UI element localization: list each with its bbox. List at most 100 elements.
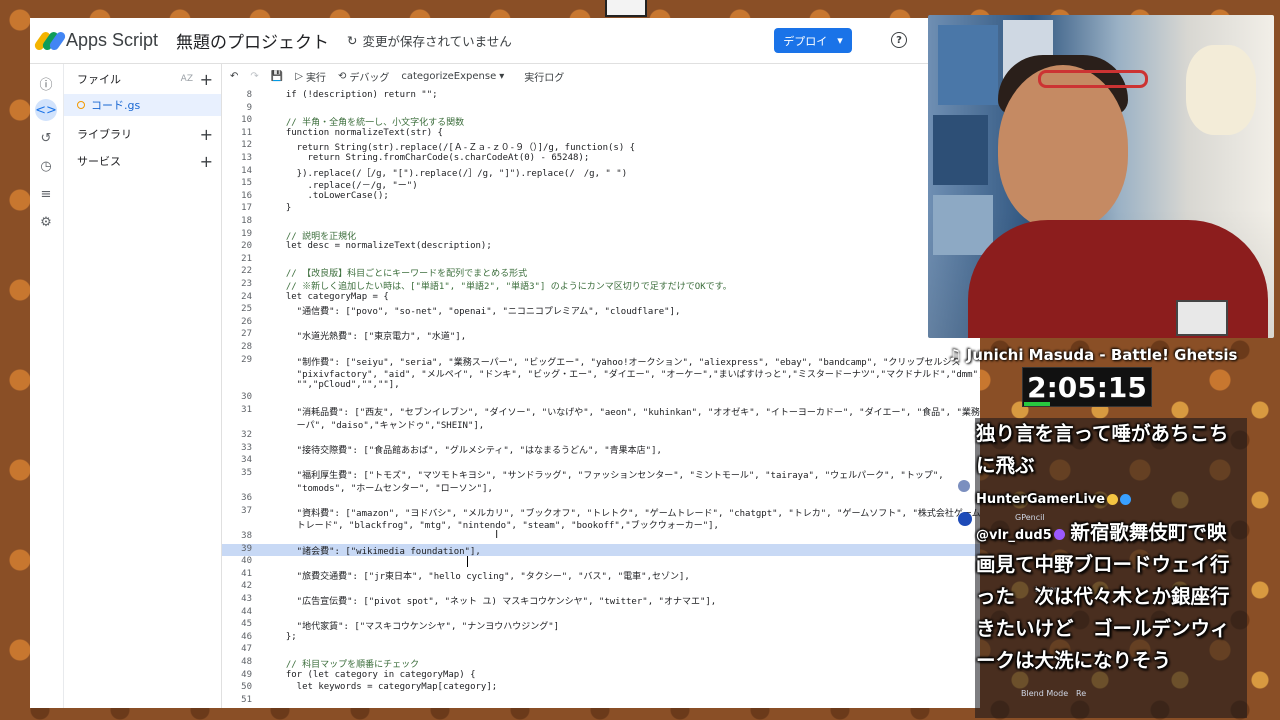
code-line[interactable]: 27 "水道光熱費": ["東京電力", "水道"], bbox=[222, 329, 980, 342]
code-line[interactable]: 51 bbox=[222, 695, 980, 708]
line-number: 44 bbox=[241, 606, 252, 617]
code-line[interactable]: 13 return String.fromCharCode(s.charCode… bbox=[222, 153, 980, 166]
code-line[interactable]: 36 bbox=[222, 493, 980, 506]
save-icon[interactable]: 💾 bbox=[271, 71, 283, 82]
line-number: 21 bbox=[241, 253, 252, 264]
code-line[interactable]: 25 "通信費": ["povo", "so-net", "openai", "… bbox=[222, 304, 980, 317]
code-line[interactable]: 39 "諸会費": ["wikimedia foundation"], bbox=[222, 543, 980, 557]
code-line[interactable]: 31 "消耗品費": ["西友", "セブンイレブン", "ダイソー", "いな… bbox=[222, 405, 980, 418]
code-line[interactable]: 40 bbox=[222, 556, 980, 569]
executions-icon[interactable]: ≡ bbox=[37, 185, 55, 203]
code-editor-icon[interactable]: <> bbox=[35, 99, 57, 121]
stream-timer: 2:05:15 bbox=[1022, 367, 1152, 407]
code-line[interactable]: 50 let keywords = categoryMap[category]; bbox=[222, 682, 980, 695]
code-line[interactable]: 10 // 半角・全角を統一し、小文字化する関数 bbox=[222, 115, 980, 128]
code-line[interactable]: "pixivfactory", "aid", "メルペイ", "ドンキ", "ビ… bbox=[222, 367, 980, 380]
code-line[interactable]: 33 "接待交際費": ["食品館あおば", "グルメシティ", "はなまるうど… bbox=[222, 443, 980, 456]
code-line[interactable]: 47 bbox=[222, 644, 980, 657]
code-line[interactable]: 29 "制作費": ["seiyu", "seria", "業務スーパー", "… bbox=[222, 355, 980, 368]
code-line[interactable]: 45 "地代家賃": ["マスキコウケンシヤ", "ナンヨウハウジング"] bbox=[222, 619, 980, 632]
code-line[interactable]: 37 "資料費": ["amazon", "ヨドバシ", "メルカリ", "ブッ… bbox=[222, 506, 980, 519]
code-line[interactable]: 16 .toLowerCase(); bbox=[222, 191, 980, 204]
settings-gear-icon[interactable]: ⚙ bbox=[37, 213, 55, 231]
line-number: 22 bbox=[241, 266, 252, 277]
code-line[interactable]: 20 let desc = normalizeText(description)… bbox=[222, 241, 980, 254]
line-number: 45 bbox=[241, 619, 252, 630]
code-line[interactable]: 15 .replace(/－/g, "ー") bbox=[222, 178, 980, 191]
sort-az-icon[interactable]: AZ bbox=[181, 74, 193, 84]
deploy-button[interactable]: デプロイ ▾ bbox=[774, 28, 852, 53]
code-line[interactable]: 49 for (let category in categoryMap) { bbox=[222, 670, 980, 683]
code-line[interactable]: 28 bbox=[222, 342, 980, 355]
redo-icon[interactable]: ↷ bbox=[250, 71, 258, 82]
code-text: let desc = normalizeText(description); bbox=[275, 241, 492, 252]
code-line[interactable]: ーパ", "daiso","キャンドゥ","SHEIN"], bbox=[222, 418, 980, 431]
code-line[interactable]: 34 bbox=[222, 455, 980, 468]
code-line[interactable]: トレード", "blackfrog", "mtg", "nintendo", "… bbox=[222, 518, 980, 531]
code-line[interactable]: 42 bbox=[222, 581, 980, 594]
help-icon[interactable]: ? bbox=[891, 32, 907, 48]
code-line[interactable]: 30 bbox=[222, 392, 980, 405]
code-text: "tomods", "ホームセンター", "ローソン"], bbox=[275, 483, 493, 494]
code-line[interactable]: 41 "旅費交通費": ["jr東日本", "hello cycling", "… bbox=[222, 569, 980, 582]
code-text: return String.fromCharCode(s.charCodeAt(… bbox=[275, 153, 590, 163]
line-number: 29 bbox=[241, 354, 252, 365]
debug-icon: ⟲ bbox=[337, 70, 347, 82]
code-line[interactable]: 8 if (!description) return ""; bbox=[222, 90, 980, 103]
code-line[interactable]: 26 bbox=[222, 317, 980, 330]
deploy-label: デプロイ bbox=[783, 34, 828, 48]
code-line[interactable]: 18 bbox=[222, 216, 980, 229]
code-line[interactable]: 35 "福利厚生費": ["トモズ", "マツモトキヨシ", "サンドラッグ",… bbox=[222, 468, 980, 481]
execution-log-button[interactable]: 実行ログ bbox=[524, 69, 564, 84]
file-item[interactable]: コード.gs bbox=[64, 94, 221, 116]
triggers-icon[interactable]: ◷ bbox=[37, 157, 55, 175]
code-line[interactable]: 48 // 科目マップを順番にチェック bbox=[222, 657, 980, 670]
code-line[interactable]: "","pCloud","",""], bbox=[222, 380, 980, 393]
code-line[interactable]: 38 bbox=[222, 531, 980, 544]
history-icon[interactable]: ↺ bbox=[37, 129, 55, 147]
code-line[interactable]: 12 return String(str).replace(/[Ａ-Ｚａ-ｚ０-… bbox=[222, 140, 980, 153]
services-row: サービス + bbox=[64, 150, 221, 172]
code-text: // ※新しく追加したい時は、["単語1", "単語2", "単語3"] のよう… bbox=[275, 282, 732, 292]
code-line[interactable]: 44 bbox=[222, 607, 980, 620]
unsaved-status-label: 変更が保存されていません bbox=[362, 34, 512, 49]
line-number: 46 bbox=[241, 631, 252, 642]
code-text: "制作費": ["seiyu", "seria", "業務スーパー", "ビッグ… bbox=[275, 357, 961, 368]
badge-icon bbox=[1107, 494, 1119, 505]
code-line[interactable]: 46 }; bbox=[222, 632, 980, 645]
code-editor: ↶ ↷ 💾 ▷ 実行 ⟲ デバッグ categorizeExpense ▾ 実行… bbox=[222, 64, 980, 708]
glasses bbox=[1038, 70, 1148, 88]
code-text: let keywords = categoryMap[category]; bbox=[275, 682, 498, 693]
code-line[interactable]: 19 // 説明を正規化 bbox=[222, 229, 980, 242]
text-cursor bbox=[467, 556, 468, 567]
line-number: 14 bbox=[241, 165, 252, 176]
code-line[interactable]: 17 } bbox=[222, 203, 980, 216]
add-service-icon[interactable]: + bbox=[200, 152, 213, 171]
add-library-icon[interactable]: + bbox=[200, 125, 213, 144]
avatar bbox=[958, 480, 970, 492]
debug-button[interactable]: ⟲ デバッグ bbox=[338, 69, 389, 84]
faint-label: Re bbox=[1076, 689, 1087, 698]
code-line[interactable]: 14 }).replace(/［/g, "[").replace(/］/g, "… bbox=[222, 166, 980, 179]
code-line[interactable]: 24 let categoryMap = { bbox=[222, 292, 980, 305]
code-line[interactable]: 21 bbox=[222, 254, 980, 267]
code-line[interactable]: 11 function normalizeText(str) { bbox=[222, 128, 980, 141]
code-line[interactable]: "tomods", "ホームセンター", "ローソン"], bbox=[222, 481, 980, 494]
code-line[interactable]: 9 bbox=[222, 103, 980, 116]
code-line[interactable]: 32 bbox=[222, 430, 980, 443]
project-title[interactable]: 無題のプロジェクト bbox=[176, 28, 329, 53]
undo-icon[interactable]: ↶ bbox=[230, 71, 238, 82]
song-title: Junichi Masuda - Battle! Ghetsis bbox=[966, 346, 1238, 364]
code-line[interactable]: 43 "広告宣伝費": ["pivot spot", "ネット ユ) マスキコウ… bbox=[222, 594, 980, 607]
add-file-icon[interactable]: + bbox=[200, 70, 213, 89]
function-select[interactable]: categorizeExpense ▾ bbox=[401, 71, 504, 82]
code-line[interactable]: 23 // ※新しく追加したい時は、["単語1", "単語2", "単語3"] … bbox=[222, 279, 980, 292]
code-area[interactable]: 8 if (!description) return ""; 9 10 // 半角・… bbox=[222, 90, 980, 708]
run-button[interactable]: ▷ 実行 bbox=[295, 69, 326, 84]
line-number: 8 bbox=[246, 90, 252, 100]
info-icon[interactable]: ⓘ bbox=[37, 74, 55, 93]
chat-username: HunterGamerLive bbox=[976, 492, 1132, 507]
code-text: "通信費": ["povo", "so-net", "openai", "ニコニ… bbox=[275, 307, 681, 318]
line-number: 28 bbox=[241, 342, 252, 352]
code-line[interactable]: 22 // 【改良版】科目ごとにキーワードを配列でまとめる形式 bbox=[222, 266, 980, 279]
